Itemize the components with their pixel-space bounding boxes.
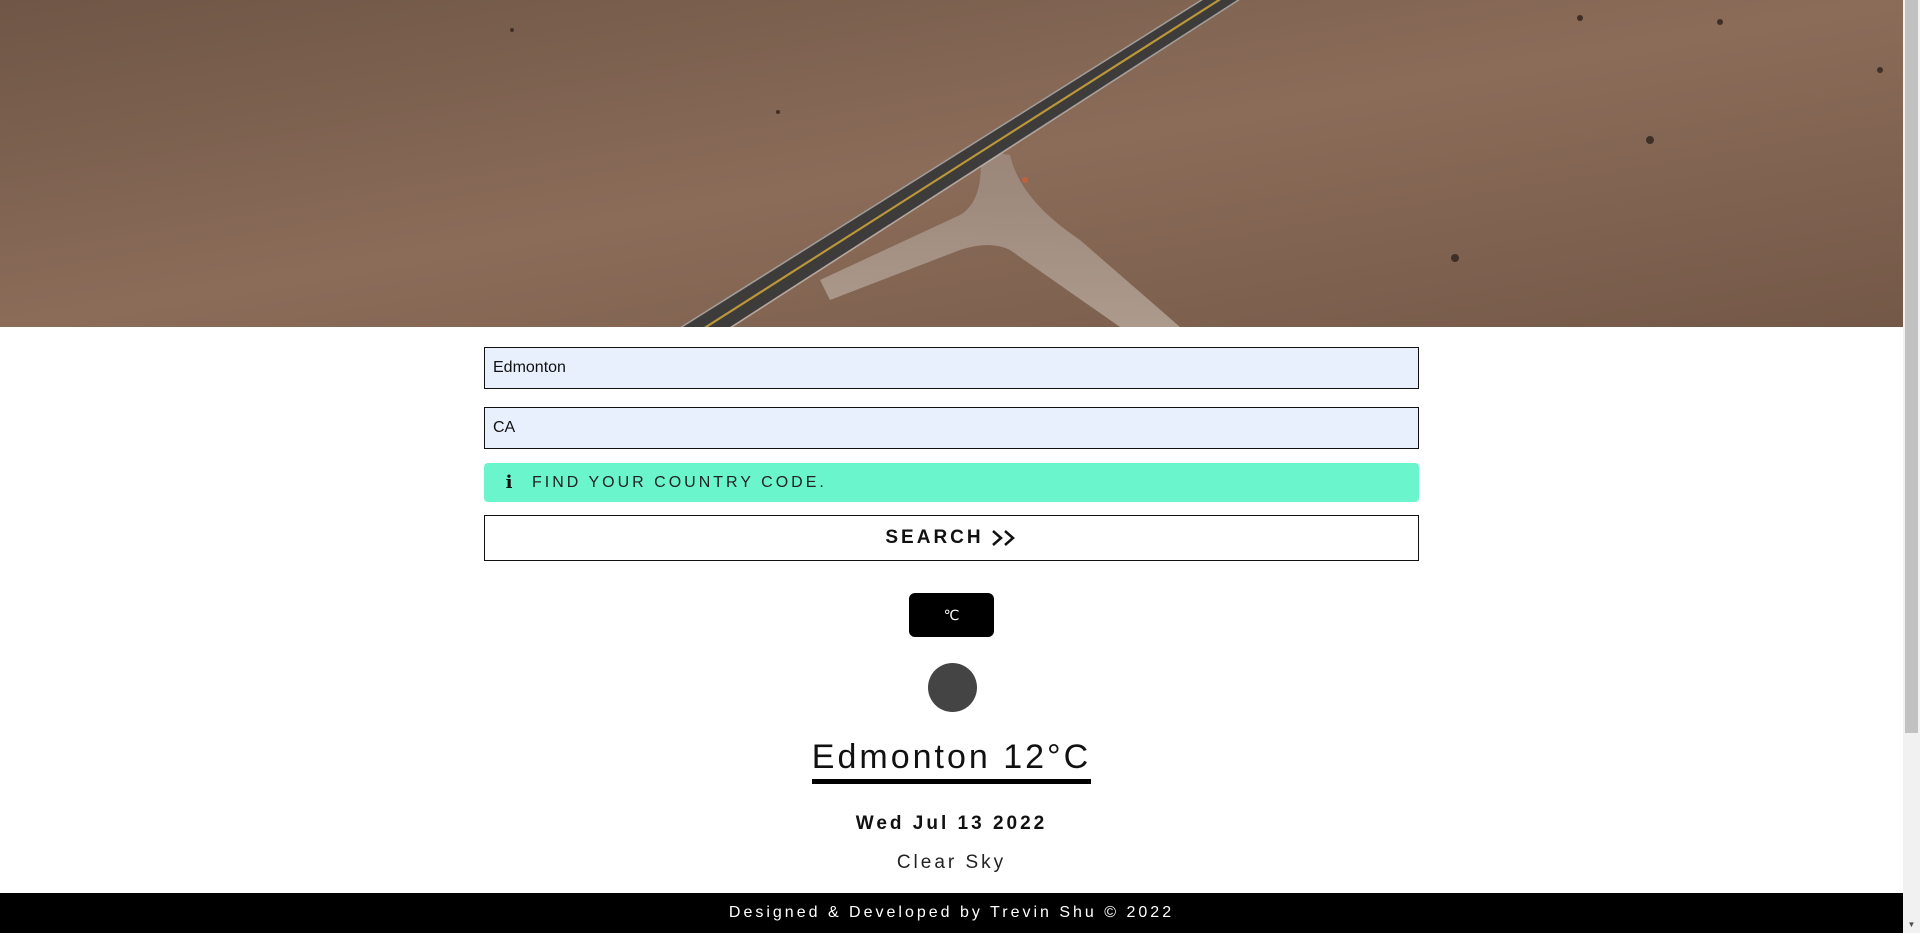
unit-toggle-button[interactable]: ℃ <box>909 593 994 637</box>
date-text: Wed Jul 13 2022 <box>855 813 1048 834</box>
scroll-down-icon[interactable]: ▼ <box>1903 916 1920 933</box>
city-input[interactable] <box>484 347 1419 389</box>
double-chevron-right-icon <box>990 529 1018 547</box>
search-button-label: SEARCH <box>885 527 984 548</box>
info-icon: i <box>505 472 513 493</box>
country-code-link[interactable]: i Find your country code. <box>484 463 1419 502</box>
desert-road-image <box>0 0 1903 327</box>
vertical-scrollbar[interactable]: ▲ ▼ <box>1903 0 1920 933</box>
search-button[interactable]: SEARCH <box>484 515 1419 561</box>
city-temperature-heading: Edmonton 12°C <box>0 738 1903 784</box>
footer-text: Designed & Developed by Trevin Shu © 202… <box>728 904 1175 921</box>
weather-icon <box>928 663 977 712</box>
city-temperature-text: Edmonton 12°C <box>811 738 1092 784</box>
hero-image <box>0 0 1903 327</box>
footer: Designed & Developed by Trevin Shu © 202… <box>0 893 1903 933</box>
country-code-input[interactable] <box>484 407 1419 449</box>
scrollbar-thumb[interactable] <box>1905 0 1918 733</box>
page: i Find your country code. SEARCH ℃ Edmon… <box>0 0 1903 933</box>
country-code-link-text: Find your country code. <box>532 473 827 491</box>
weather-description: Clear Sky <box>896 852 1007 873</box>
